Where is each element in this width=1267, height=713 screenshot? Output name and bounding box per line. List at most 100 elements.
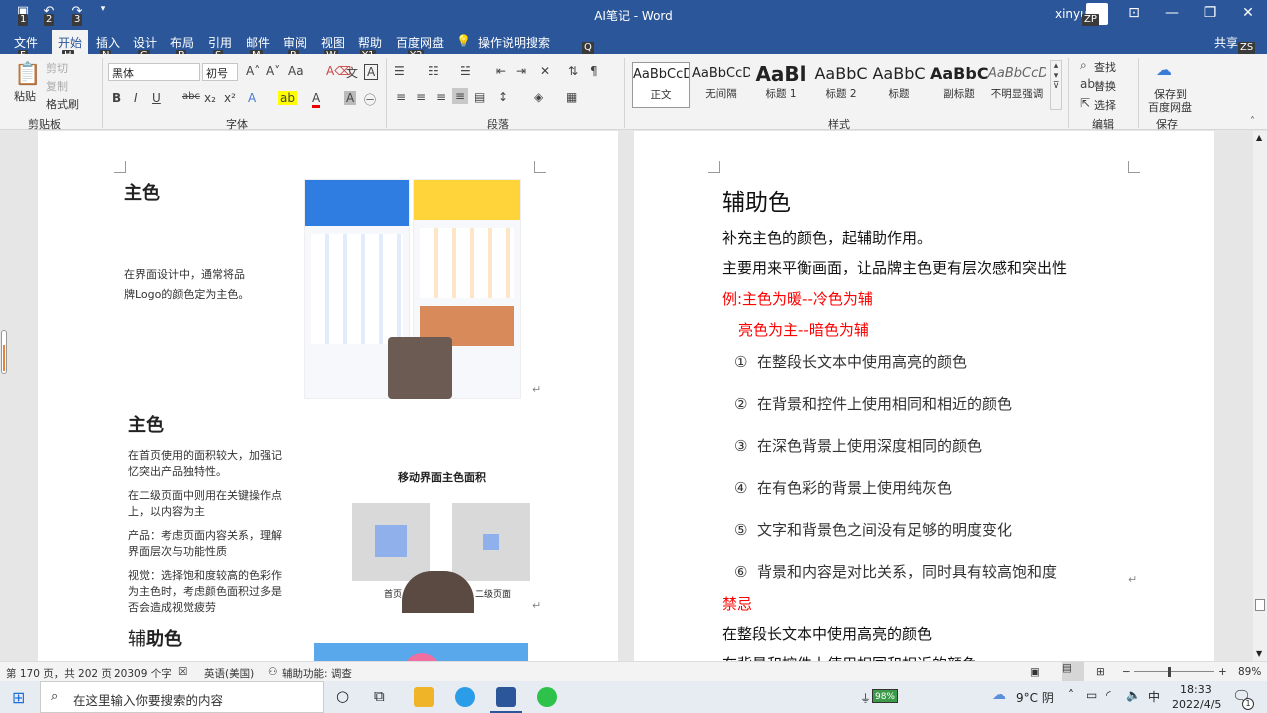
style-subtle-emphasis[interactable]: AaBbCcDd 不明显强调 [988,62,1046,108]
strikethrough-icon[interactable]: abc [182,91,200,102]
paste-icon[interactable]: 📋 [14,62,41,87]
subscript-icon[interactable]: x₂ [204,91,216,105]
phonetic-guide-icon[interactable]: 文 [346,64,358,81]
decrease-indent-icon[interactable]: ⇤ [496,64,506,78]
borders-icon[interactable]: ▦ [566,90,577,104]
zoom-in-icon[interactable]: + [1218,666,1227,678]
font-family-select[interactable]: 黑体 [108,63,200,81]
page-count[interactable]: 第 170 页，共 202 页 [6,666,112,681]
shading-icon[interactable]: ◈ [534,90,543,104]
paste-button[interactable]: 粘贴 [14,88,36,104]
save-to-netdisk-line2[interactable]: 百度网盘 [1148,99,1192,115]
italic-icon[interactable]: I [134,91,138,105]
edge-icon[interactable] [455,687,475,707]
weather-text[interactable]: 9°C 阴 [1016,689,1054,706]
style-heading-1[interactable]: AaBl 标题 1 [752,62,810,108]
zoom-out-icon[interactable]: − [1122,666,1131,678]
tab-design[interactable]: 设计 [133,34,157,51]
tab-layout[interactable]: 布局 [170,34,194,51]
tab-baidu-netdisk[interactable]: 百度网盘 [396,34,444,51]
wifi-icon[interactable]: ◜ [1106,688,1111,702]
cortana-icon[interactable]: ○ [336,687,349,705]
restore-icon[interactable]: ❐ [1200,5,1220,21]
share-button[interactable]: 共享 [1214,34,1238,51]
task-view-icon[interactable]: ⧉ [374,687,385,705]
style-no-spacing[interactable]: AaBbCcDd 无间隔 [692,62,750,108]
wechat-icon[interactable] [537,687,557,707]
styles-gallery-scroll[interactable]: ▴ ▾ ⊽ [1050,60,1062,110]
superscript-icon[interactable]: x² [224,91,236,105]
language[interactable]: 英语(美国) [204,666,254,681]
underline-icon[interactable]: U [152,91,161,105]
style-subtitle[interactable]: AaBbC 副标题 [930,62,988,108]
tab-review[interactable]: 审阅 [283,34,307,51]
windows-start-icon[interactable]: ⊞ [12,688,25,707]
zoom-slider[interactable] [1134,671,1214,672]
volume-icon[interactable]: 🔈 [1126,688,1141,702]
tab-view[interactable]: 视图 [321,34,345,51]
scroll-thumb[interactable] [1255,599,1265,611]
ribbon-display-icon[interactable]: ⊡ [1124,5,1144,21]
search-box[interactable]: ⌕ 在这里输入你要搜索的内容 [40,681,324,713]
tab-references[interactable]: 引用 [208,34,232,51]
style-title[interactable]: AaBbC 标题 [870,62,928,108]
text-effects-icon[interactable]: A [248,91,256,105]
align-center-icon[interactable]: ≡ [416,90,426,104]
style-normal[interactable]: AaBbCcDd 正文 [632,62,690,108]
minimize-icon[interactable]: — [1162,5,1182,21]
align-left-icon[interactable]: ≡ [396,90,406,104]
character-border-icon[interactable]: A [364,64,379,80]
side-handle[interactable] [1,330,7,374]
select-button[interactable]: 选择 [1094,97,1116,113]
bullets-icon[interactable]: ☰ [394,64,405,78]
battery-indicator[interactable]: 98% [872,689,898,703]
tab-insert[interactable]: 插入 [96,34,120,51]
style-heading-2[interactable]: AaBbC 标题 2 [812,62,870,108]
tab-help[interactable]: 帮助 [358,34,382,51]
clock-date[interactable]: 2022/4/5 [1172,698,1221,711]
justify-icon[interactable]: ≡ [452,88,469,104]
tell-me-search[interactable]: 操作说明搜索 [478,34,550,51]
change-case-icon[interactable]: Aa [288,64,304,78]
character-shading-icon[interactable]: A [344,91,357,105]
show-marks-icon[interactable]: ¶ [590,64,598,78]
find-button[interactable]: 查找 [1094,59,1116,75]
network-icon[interactable]: ▭ [1086,688,1097,702]
ime-indicator[interactable]: 中 [1148,688,1160,705]
zoom-slider-thumb[interactable] [1168,667,1171,677]
file-explorer-icon[interactable] [414,687,434,707]
vertical-scrollbar[interactable]: ▲ ▼ [1253,131,1267,661]
zoom-level[interactable]: 89% [1238,666,1261,678]
print-layout-icon[interactable]: ▤ [1062,662,1084,682]
enclose-character-icon[interactable]: ㊀ [364,91,376,108]
clock-time[interactable]: 18:33 [1180,683,1212,696]
accessibility-status[interactable]: 辅助功能: 调查 [282,666,352,681]
sort-icon[interactable]: ⇅ [568,64,578,78]
collapse-ribbon-icon[interactable]: ˄ [1250,116,1255,127]
read-mode-icon[interactable]: ▣ [1030,666,1040,678]
bold-icon[interactable]: B [112,91,121,105]
distributed-icon[interactable]: ▤ [474,90,485,104]
align-right-icon[interactable]: ≡ [436,90,446,104]
font-size-select[interactable]: 初号 [202,63,238,81]
word-icon[interactable] [496,687,516,707]
multilevel-list-icon[interactable]: ☱ [460,64,471,78]
line-spacing-icon[interactable]: ↕ [498,90,508,104]
scroll-down-icon[interactable]: ▼ [1256,649,1262,658]
font-color-icon[interactable]: A [312,91,321,108]
highlight-icon[interactable]: ab [278,91,297,105]
replace-button[interactable]: 替换 [1094,78,1116,94]
close-icon[interactable]: ✕ [1238,5,1258,21]
word-count[interactable]: 20309 个字 [114,666,172,681]
web-layout-icon[interactable]: ⊞ [1096,666,1105,678]
proofing-icon[interactable]: ☒ [178,666,187,678]
tab-mailings[interactable]: 邮件 [246,34,270,51]
copy-button[interactable]: 复制 [46,78,68,94]
tray-chevron-icon[interactable]: ˄ [1068,688,1074,702]
shrink-font-icon[interactable]: A˅ [266,64,280,78]
format-painter-button[interactable]: 格式刷 [46,96,79,112]
tab-file[interactable]: 文件 [14,34,38,51]
numbering-icon[interactable]: ☷ [428,64,439,78]
chinese-layout-icon[interactable]: ✕ [540,64,550,78]
increase-indent-icon[interactable]: ⇥ [516,64,526,78]
